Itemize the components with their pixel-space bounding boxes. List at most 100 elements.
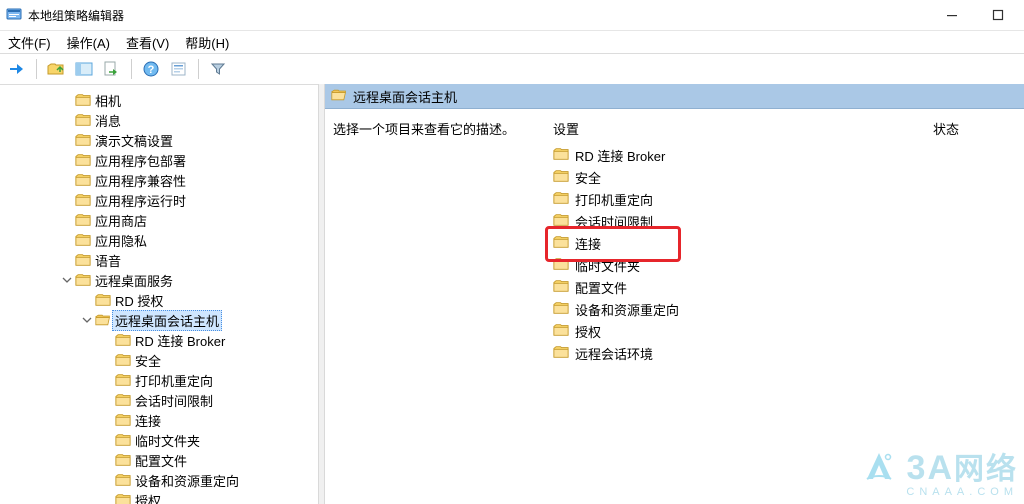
- list-item[interactable]: 配置文件: [553, 276, 1016, 298]
- list-item-label: RD 连接 Broker: [575, 146, 665, 165]
- folder-icon: [553, 191, 569, 207]
- folder-icon: [75, 252, 91, 268]
- folder-icon: [95, 292, 111, 308]
- list-item-label: 远程会话环境: [575, 344, 653, 363]
- tree-item[interactable]: 会话时间限制: [0, 390, 318, 410]
- menu-help[interactable]: 帮助(H): [177, 31, 237, 54]
- tree-item-label: 安全: [135, 354, 161, 369]
- list-item[interactable]: 连接: [553, 232, 1016, 254]
- list-item-label: 会话时间限制: [575, 212, 653, 231]
- list-item-label: 配置文件: [575, 278, 627, 297]
- tree-item[interactable]: 应用隐私: [0, 230, 318, 250]
- details-pane: 远程桌面会话主机 选择一个项目来查看它的描述。 设置 状态 RD 连接 Brok…: [325, 84, 1024, 504]
- tree-item-label: 远程桌面服务: [95, 274, 173, 289]
- description-column: 选择一个项目来查看它的描述。: [333, 119, 553, 494]
- folder-icon: [75, 152, 91, 168]
- tree-item[interactable]: 配置文件: [0, 450, 318, 470]
- tree-item[interactable]: 远程桌面会话主机: [0, 310, 318, 330]
- tree-item-label: 连接: [135, 414, 161, 429]
- folder-icon: [553, 169, 569, 185]
- menu-view[interactable]: 查看(V): [118, 31, 177, 54]
- list-item[interactable]: 安全: [553, 166, 1016, 188]
- twisty-spacer: [60, 253, 74, 267]
- tree-item[interactable]: 临时文件夹: [0, 430, 318, 450]
- tree-item[interactable]: 授权: [0, 490, 318, 504]
- folder-icon: [75, 272, 91, 288]
- minimize-button[interactable]: [938, 6, 966, 24]
- tree-item-label: 临时文件夹: [135, 434, 200, 449]
- tree-item[interactable]: 应用商店: [0, 210, 318, 230]
- app-icon: [6, 7, 22, 23]
- menubar: 文件(F) 操作(A) 查看(V) 帮助(H): [0, 31, 1024, 53]
- folder-icon: [115, 492, 131, 504]
- tree-item[interactable]: 安全: [0, 350, 318, 370]
- window-title: 本地组策略编辑器: [28, 7, 938, 24]
- folder-icon: [75, 92, 91, 108]
- twisty-spacer: [60, 173, 74, 187]
- tree-item-label: 远程桌面会话主机: [115, 314, 219, 329]
- folder-icon: [553, 301, 569, 317]
- tree-item[interactable]: RD 授权: [0, 290, 318, 310]
- folder-open-icon: [95, 312, 111, 328]
- list-item-label: 打印机重定向: [575, 190, 653, 209]
- list-item[interactable]: 授权: [553, 320, 1016, 342]
- tree-item[interactable]: 应用程序兼容性: [0, 170, 318, 190]
- tree-pane[interactable]: 相机消息演示文稿设置应用程序包部署应用程序兼容性应用程序运行时应用商店应用隐私语…: [0, 84, 318, 504]
- help-button[interactable]: ?: [138, 56, 164, 82]
- column-header-state[interactable]: 状态: [933, 119, 959, 138]
- twisty-spacer: [60, 153, 74, 167]
- watermark-cn: 网络: [954, 453, 1018, 486]
- tree-item[interactable]: 演示文稿设置: [0, 130, 318, 150]
- folder-icon: [75, 232, 91, 248]
- up-folder-button[interactable]: [43, 56, 69, 82]
- tree-item[interactable]: 打印机重定向: [0, 370, 318, 390]
- splitter[interactable]: [318, 84, 325, 504]
- watermark: 3A网络 CNAAA.COM: [861, 449, 1018, 498]
- tree-item[interactable]: 连接: [0, 410, 318, 430]
- tree-item[interactable]: 设备和资源重定向: [0, 470, 318, 490]
- menu-action[interactable]: 操作(A): [59, 31, 118, 54]
- watermark-brand: 3A: [907, 449, 954, 487]
- maximize-button[interactable]: [984, 6, 1012, 24]
- list-item[interactable]: 会话时间限制: [553, 210, 1016, 232]
- toolbar-separator: [198, 59, 199, 79]
- tree-item[interactable]: 相机: [0, 90, 318, 110]
- tree-item[interactable]: 应用程序运行时: [0, 190, 318, 210]
- tree-item[interactable]: RD 连接 Broker: [0, 330, 318, 350]
- twisty-spacer: [100, 473, 114, 487]
- list-item[interactable]: 远程会话环境: [553, 342, 1016, 364]
- list-item[interactable]: 打印机重定向: [553, 188, 1016, 210]
- tree-item-label: 应用程序包部署: [95, 154, 186, 169]
- tree-item-label: 消息: [95, 114, 121, 129]
- tree-item[interactable]: 消息: [0, 110, 318, 130]
- list-item[interactable]: RD 连接 Broker: [553, 144, 1016, 166]
- folder-icon: [115, 352, 131, 368]
- folder-icon: [75, 172, 91, 188]
- properties-button[interactable]: [166, 56, 192, 82]
- folder-icon: [115, 412, 131, 428]
- chevron-down-icon[interactable]: [60, 273, 74, 287]
- folder-icon: [553, 257, 569, 273]
- tree-item[interactable]: 应用程序包部署: [0, 150, 318, 170]
- list-item[interactable]: 临时文件夹: [553, 254, 1016, 276]
- column-header-settings[interactable]: 设置: [553, 119, 933, 138]
- chevron-down-icon[interactable]: [80, 313, 94, 327]
- export-list-button[interactable]: [99, 56, 125, 82]
- list-item[interactable]: 设备和资源重定向: [553, 298, 1016, 320]
- twisty-spacer: [60, 93, 74, 107]
- list-item-label: 安全: [575, 168, 601, 187]
- tree-item-label: 应用程序运行时: [95, 194, 186, 209]
- show-hide-tree-button[interactable]: [71, 56, 97, 82]
- folder-icon: [75, 132, 91, 148]
- folder-icon: [115, 332, 131, 348]
- forward-button[interactable]: [4, 56, 30, 82]
- twisty-spacer: [100, 433, 114, 447]
- filter-button[interactable]: [205, 56, 231, 82]
- tree-item-label: 应用商店: [95, 214, 147, 229]
- tree-item-label: 应用程序兼容性: [95, 174, 186, 189]
- tree-item[interactable]: 语音: [0, 250, 318, 270]
- tree-item[interactable]: 远程桌面服务: [0, 270, 318, 290]
- tree-item-label: RD 授权: [115, 294, 163, 309]
- watermark-sub: CNAAA.COM: [861, 487, 1018, 498]
- menu-file[interactable]: 文件(F): [0, 31, 59, 54]
